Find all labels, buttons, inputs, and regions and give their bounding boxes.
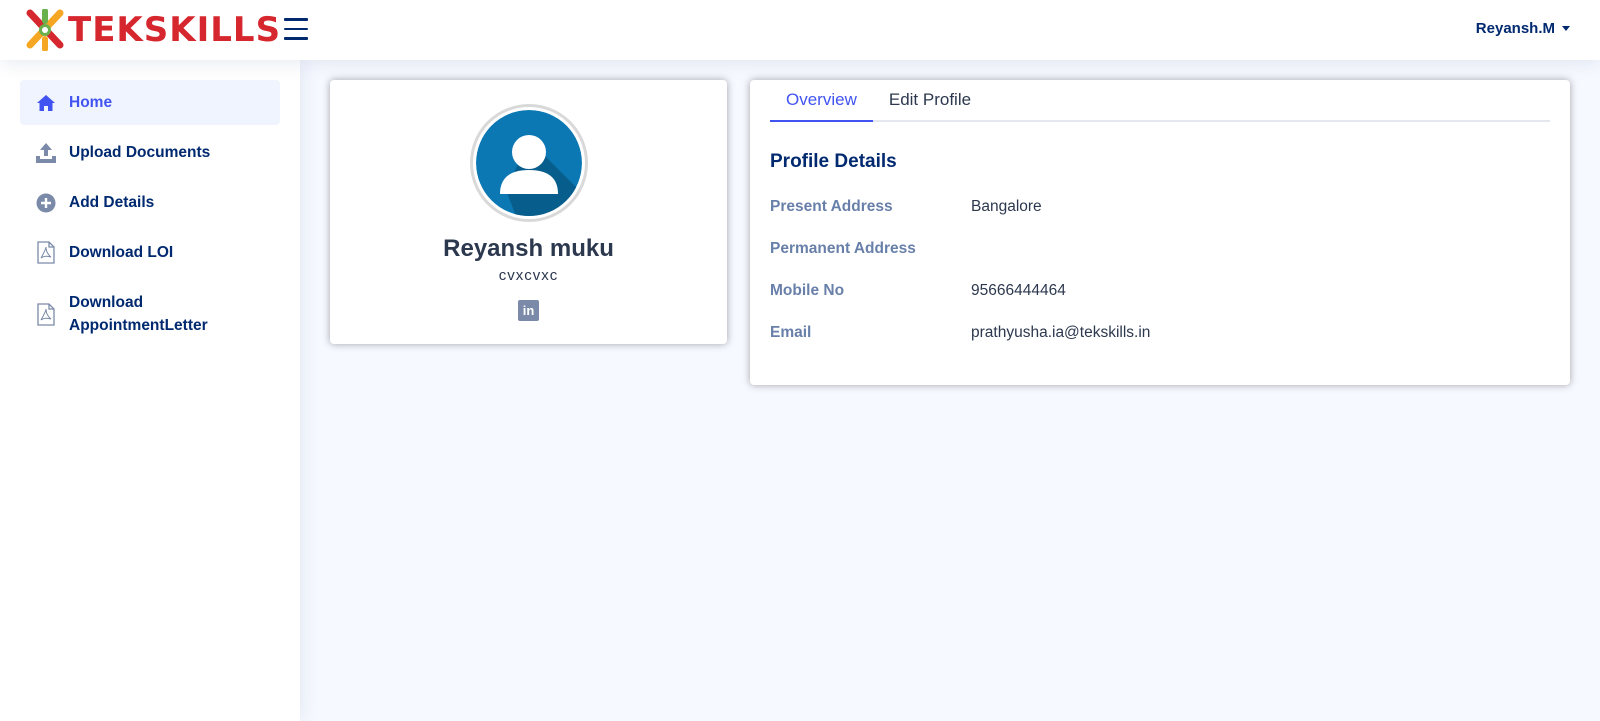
detail-row-permanent-address: Permanent Address — [770, 240, 1530, 258]
linkedin-icon[interactable]: in — [518, 300, 539, 321]
user-name: Reyansh.M — [1475, 20, 1555, 37]
detail-row-present-address: Present Address Bangalore — [770, 198, 1530, 216]
field-value: prathyusha.ia@tekskills.in — [971, 324, 1151, 341]
pdf-icon — [35, 241, 57, 264]
sidebar: Home Upload Documents Add Details Downlo… — [0, 60, 300, 721]
field-label: Present Address — [770, 198, 893, 215]
sidebar-item-add-details[interactable]: Add Details — [20, 180, 280, 225]
field-label: Email — [770, 324, 812, 341]
detail-row-mobile: Mobile No 95666444464 — [770, 282, 1530, 300]
tekskills-logo[interactable]: TEKSKILLS — [24, 8, 281, 52]
field-value: 95666444464 — [971, 282, 1066, 299]
user-menu-dropdown[interactable]: Reyansh.M — [1476, 20, 1570, 37]
field-label: Mobile No — [770, 282, 845, 299]
profile-details-card: Overview Edit Profile Profile Details Pr… — [750, 80, 1570, 385]
upload-icon — [35, 141, 57, 164]
tekskills-logo-icon — [24, 8, 66, 52]
profile-subtitle: cvxcvxc — [498, 267, 559, 284]
sidebar-item-label: Add Details — [69, 194, 155, 211]
user-avatar-icon — [470, 104, 588, 222]
sidebar-item-label: Download AppointmentLetter — [69, 294, 208, 334]
sidebar-item-download-loi[interactable]: Download LOI — [20, 230, 280, 275]
hamburger-menu-icon[interactable] — [284, 18, 308, 40]
detail-row-email: Email prathyusha.ia@tekskills.in — [770, 324, 1530, 342]
plus-circle-icon — [35, 191, 57, 214]
logo-text: TEKSKILLS — [68, 10, 282, 50]
sidebar-item-label: Upload Documents — [69, 144, 211, 161]
sidebar-item-label: Home — [69, 94, 113, 111]
tab-overview[interactable]: Overview — [770, 80, 873, 122]
field-value: Bangalore — [971, 198, 1042, 215]
profile-card: Reyansh muku cvxcvxc in — [330, 80, 727, 344]
sidebar-item-label: Download LOI — [69, 244, 174, 261]
top-header: TEKSKILLS Reyansh.M — [0, 0, 1600, 60]
home-icon — [35, 91, 57, 114]
pdf-icon — [35, 303, 57, 326]
section-title: Profile Details — [770, 151, 897, 172]
field-label: Permanent Address — [770, 240, 916, 257]
sidebar-item-download-appointment-letter[interactable]: Download AppointmentLetter — [20, 280, 280, 348]
profile-name: Reyansh muku — [443, 235, 614, 262]
sidebar-item-home[interactable]: Home — [20, 80, 280, 125]
caret-down-icon — [1562, 26, 1570, 31]
profile-tabs: Overview Edit Profile — [770, 80, 1550, 122]
sidebar-item-upload-documents[interactable]: Upload Documents — [20, 130, 280, 175]
tab-edit-profile[interactable]: Edit Profile — [873, 80, 987, 122]
